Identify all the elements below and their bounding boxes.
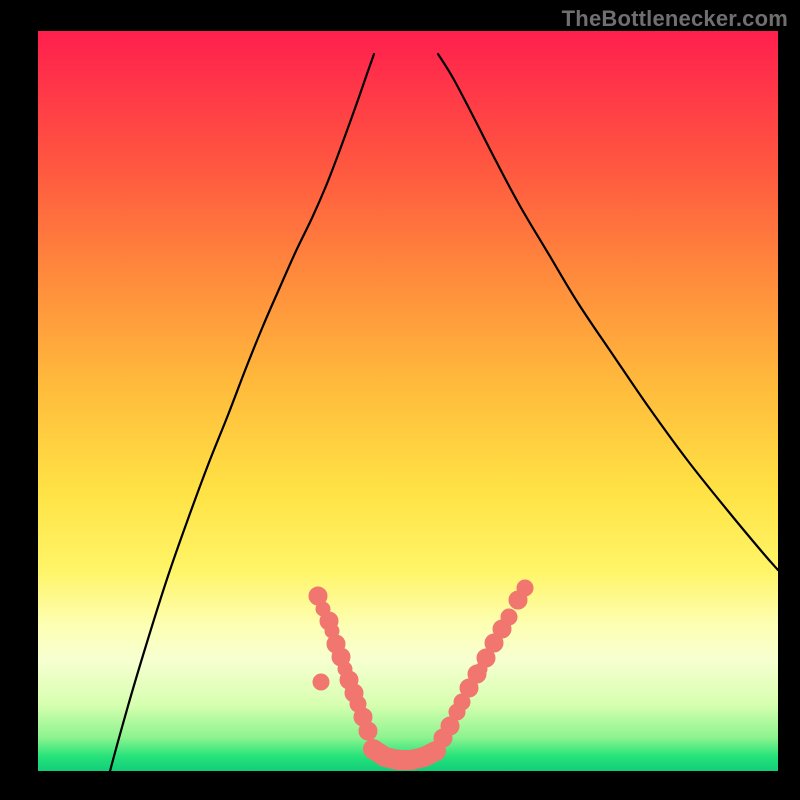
curve-svg <box>38 31 778 771</box>
marker-dot <box>517 580 533 596</box>
marker-dot <box>501 609 517 625</box>
watermark-text: TheBottlenecker.com <box>562 6 788 32</box>
curve-right-branch <box>438 54 778 570</box>
markers-left <box>309 587 377 740</box>
curve-left-branch <box>91 54 374 800</box>
markers-right <box>434 580 533 747</box>
marker-dot <box>359 722 377 740</box>
chart-frame: TheBottlenecker.com <box>0 0 800 800</box>
marker-dot <box>313 674 329 690</box>
valley-cluster <box>373 749 436 760</box>
plot-area <box>38 31 778 771</box>
